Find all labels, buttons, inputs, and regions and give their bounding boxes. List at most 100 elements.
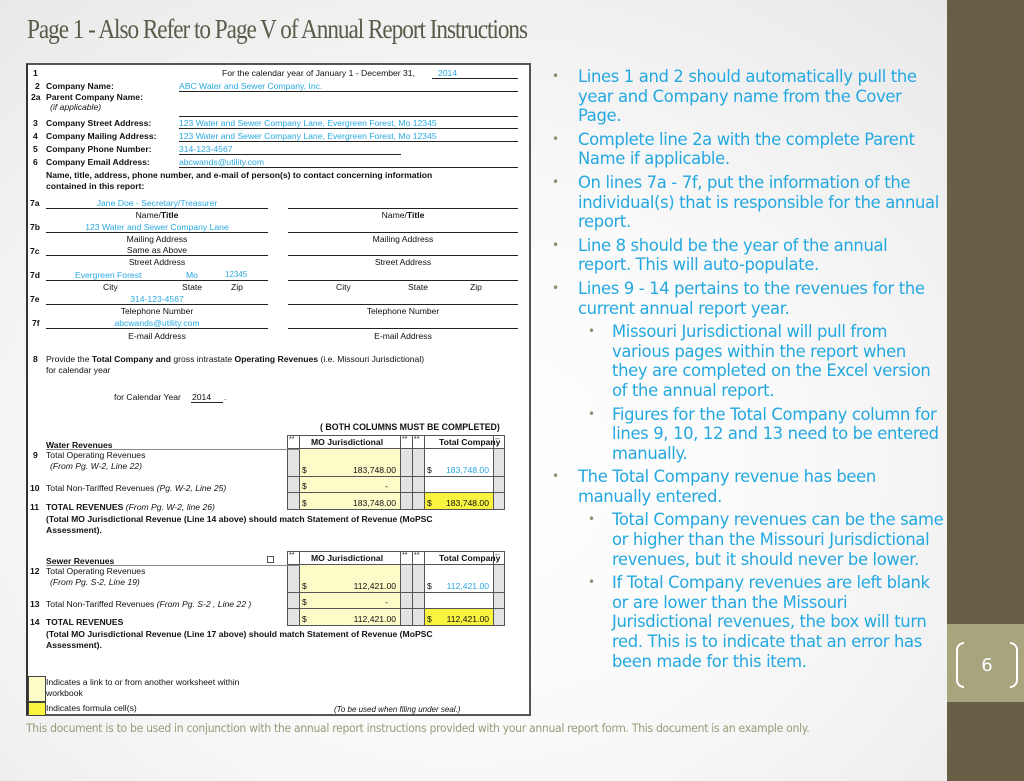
parent-company-sublabel: (if applicable) — [50, 102, 102, 112]
contact-intro-2: contained in this report: — [46, 181, 145, 191]
calendar-year-end: . — [224, 392, 227, 402]
line-number: 10 — [30, 483, 40, 493]
bullet-icon: • — [588, 512, 595, 527]
bullet-text: Lines 1 and 2 should automatically pull … — [578, 67, 917, 126]
bullet-icon: • — [588, 406, 595, 421]
water-note: (Total MO Jurisdictional Revenue (Line 1… — [46, 514, 433, 524]
street-address-value[interactable]: 123 Water and Sewer Company Lane, Evergr… — [179, 118, 437, 128]
bullet-text: Line 8 should be the year of the annual … — [578, 235, 888, 275]
caption-phone-2: Telephone Number — [366, 306, 440, 316]
slide-number: 6 — [956, 642, 1018, 688]
parent-company-field[interactable] — [179, 116, 518, 117]
email-label: Company Email Address: — [46, 157, 150, 167]
header-mo-jurisdictional: MO Jurisdictional — [311, 437, 384, 447]
bullet-item: • If Total Company revenues are left blan… — [550, 573, 945, 671]
mo-jurisdictional-value[interactable]: 183,748.00 — [318, 498, 396, 508]
footer-disclaimer: This document is to be used in conjuncti… — [26, 721, 810, 735]
grid-cell — [493, 608, 505, 626]
contact-name-title[interactable]: Jane Doe - Secretary/Treasurer — [46, 198, 268, 208]
header-dash: -- — [495, 552, 500, 559]
caption-name-title: Name/Title — [135, 210, 179, 220]
underline — [46, 304, 268, 305]
header-dash: -- — [495, 436, 500, 443]
total-company-value[interactable]: 183,748.00 — [438, 465, 489, 475]
slide-title: Page 1 - Also Refer to Page V of Annual … — [27, 14, 528, 44]
contact2-name-field[interactable] — [288, 208, 518, 209]
currency-symbol: $ — [302, 481, 307, 491]
bullet-item: • Line 8 should be the year of the annual… — [550, 236, 945, 275]
phone-value[interactable]: 314-123-4567 — [179, 144, 233, 154]
mailing-address-value[interactable]: 123 Water and Sewer Company Lane, Evergr… — [179, 131, 437, 141]
line10-label: Total Non-Tariffed Revenues (Pg. W-2, Li… — [46, 483, 227, 493]
total-company-cell[interactable] — [424, 592, 494, 609]
total-company-cell[interactable] — [424, 476, 494, 493]
line-number: 8 — [33, 354, 38, 364]
bullet-icon: • — [552, 69, 559, 83]
underline — [179, 91, 518, 92]
bullet-icon: • — [552, 174, 559, 189]
calendar-year-label: for Calendar Year — [114, 392, 181, 402]
bullet-text: Complete line 2a with the complete Paren… — [578, 129, 915, 169]
calendar-year-value[interactable]: 2014 — [192, 392, 211, 402]
contact-email[interactable]: abcwands@utility.com — [46, 318, 268, 328]
mo-jurisdictional-value[interactable]: - — [318, 597, 396, 607]
bullet-item: • Lines 9 - 14 pertains to the revenues f… — [550, 279, 945, 318]
contact-state[interactable]: Mo — [186, 270, 198, 280]
bullet-text: Figures for the Total Company column for… — [612, 404, 939, 463]
contact-phone[interactable]: 314-123-4567 — [46, 294, 268, 304]
contact2-phone-field[interactable] — [288, 304, 518, 305]
line-number: 9 — [33, 450, 38, 460]
total-company-value[interactable]: 183,748.00 — [438, 498, 489, 508]
contact-street[interactable]: Same as Above — [46, 245, 268, 255]
line-number: 7b — [30, 222, 41, 232]
underline — [46, 328, 268, 329]
line-number: 12 — [30, 566, 40, 576]
mo-jurisdictional-value[interactable]: - — [318, 481, 396, 491]
mo-jurisdictional-value[interactable]: 112,421.00 — [318, 614, 396, 624]
line14-label: TOTAL REVENUES — [46, 617, 124, 627]
contact-city[interactable]: Evergreen Forest — [75, 270, 141, 280]
underline — [46, 255, 268, 256]
total-company-value[interactable]: 112,421.00 — [438, 581, 489, 591]
underline — [179, 128, 518, 129]
checkbox[interactable] — [267, 556, 274, 563]
line-number: 7f — [32, 318, 40, 328]
mailing-address-label: Company Mailing Address: — [46, 131, 157, 141]
line12-source: (From Pg. S-2, Line 19) — [50, 577, 140, 587]
bullet-icon: • — [552, 237, 559, 252]
legend-link-swatch — [28, 676, 46, 702]
line11-label: TOTAL REVENUES (From Pg. W-2, line 26) — [46, 502, 215, 512]
contact2-email-field[interactable] — [288, 328, 518, 329]
contact-mailing[interactable]: 123 Water and Sewer Company Lane — [46, 222, 268, 232]
seal-note: (To be used when filing under seal.) — [334, 705, 461, 714]
line8-text-2: for calendar year — [46, 365, 111, 375]
caption-mailing: Mailing Address — [126, 234, 188, 244]
bullet-text: Lines 9 - 14 pertains to the revenues fo… — [578, 278, 925, 318]
currency-symbol: $ — [302, 465, 307, 475]
contact-zip[interactable]: 12345 — [225, 270, 247, 279]
contact2-mailing-field[interactable] — [288, 232, 518, 233]
underline — [191, 402, 223, 403]
slide-number-text: 6 — [981, 654, 993, 676]
mo-jurisdictional-value[interactable]: 183,748.00 — [318, 465, 396, 475]
line1-year[interactable]: 2014 — [438, 68, 457, 78]
line-number: 2a — [31, 92, 41, 102]
line-number: 7a — [30, 198, 40, 208]
grid-cell — [493, 476, 505, 493]
company-name-value[interactable]: ABC Water and Sewer Company, Inc. — [179, 81, 322, 91]
total-company-value[interactable]: 112,421.00 — [438, 614, 489, 624]
contact2-city-field[interactable] — [288, 280, 518, 281]
line-number: 6 — [33, 157, 38, 167]
caption-email: E-mail Address — [128, 331, 186, 341]
contact2-street-field[interactable] — [288, 255, 518, 256]
water-note-2: Assessment). — [46, 525, 102, 535]
underline — [334, 714, 531, 715]
mo-jurisdictional-value[interactable]: 112,421.00 — [318, 581, 396, 591]
bullet-icon: • — [552, 131, 559, 146]
line12-label: Total Operating Revenues — [46, 566, 146, 576]
line-number: 7c — [30, 246, 40, 256]
caption-phone: Telephone Number — [120, 306, 194, 316]
email-value[interactable]: abcwands@utility.com — [179, 157, 264, 167]
currency-symbol: $ — [427, 581, 432, 591]
header-stars: ** — [289, 436, 295, 443]
